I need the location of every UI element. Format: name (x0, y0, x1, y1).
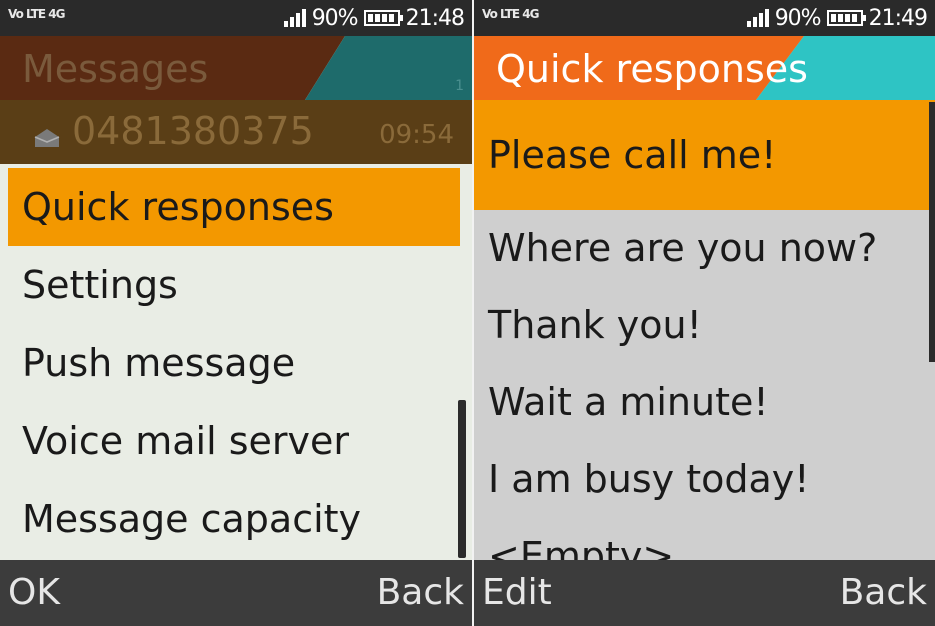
page-title: Messages (22, 47, 209, 91)
messages-options-screen: Vo LTE 4G 90% 21:48 Messages 1 048138037… (0, 0, 472, 626)
clock: 21:49 (868, 5, 928, 31)
menu-item-quick-responses[interactable]: Quick responses (8, 168, 460, 246)
options-menu: Quick responses Settings Push message Vo… (8, 168, 460, 558)
softkey-bar: Edit Back (474, 560, 935, 626)
edit-softkey[interactable]: Edit (482, 560, 552, 626)
battery-percent: 90% (774, 5, 822, 31)
app-header: Quick responses (474, 36, 935, 100)
list-item[interactable]: Thank you! (474, 287, 935, 364)
battery-percent: 90% (311, 5, 359, 31)
quick-responses-screen: Vo LTE 4G 90% 21:49 Quick responses Plea… (474, 0, 935, 626)
list-item[interactable]: I am busy today! (474, 441, 935, 518)
scrollbar[interactable] (458, 400, 466, 558)
back-softkey[interactable]: Back (377, 560, 464, 626)
clock: 21:48 (405, 5, 465, 31)
message-list-item[interactable]: 0481380375 09:54 (0, 100, 472, 164)
signal-icon (746, 9, 769, 27)
menu-item-voice-mail-server[interactable]: Voice mail server (8, 402, 460, 480)
menu-item-message-capacity[interactable]: Message capacity (8, 480, 460, 558)
back-softkey[interactable]: Back (840, 560, 927, 626)
network-indicator: Vo LTE 4G (482, 7, 539, 21)
scrollbar[interactable] (929, 102, 935, 362)
message-sender-number: 0481380375 (72, 109, 314, 153)
menu-item-settings[interactable]: Settings (8, 246, 460, 324)
battery-icon (363, 10, 403, 26)
app-header: Messages 1 (0, 36, 472, 100)
message-time: 09:54 (379, 120, 454, 150)
menu-item-push-message[interactable]: Push message (8, 324, 460, 402)
softkey-bar: OK Back (0, 560, 472, 626)
page-indicator: 1 (455, 78, 464, 94)
list-item[interactable]: Please call me! (474, 100, 935, 210)
battery-icon (826, 10, 866, 26)
signal-icon (283, 9, 306, 27)
list-item[interactable]: Wait a minute! (474, 364, 935, 441)
quick-responses-list: Please call me! Where are you now? Thank… (474, 100, 935, 595)
page-title: Quick responses (496, 47, 808, 91)
list-item[interactable]: Where are you now? (474, 210, 935, 287)
status-bar: Vo LTE 4G 90% 21:49 (474, 0, 935, 36)
envelope-icon (34, 129, 60, 147)
status-bar: Vo LTE 4G 90% 21:48 (0, 0, 472, 36)
network-indicator: Vo LTE 4G (8, 7, 65, 21)
ok-softkey[interactable]: OK (8, 560, 60, 626)
